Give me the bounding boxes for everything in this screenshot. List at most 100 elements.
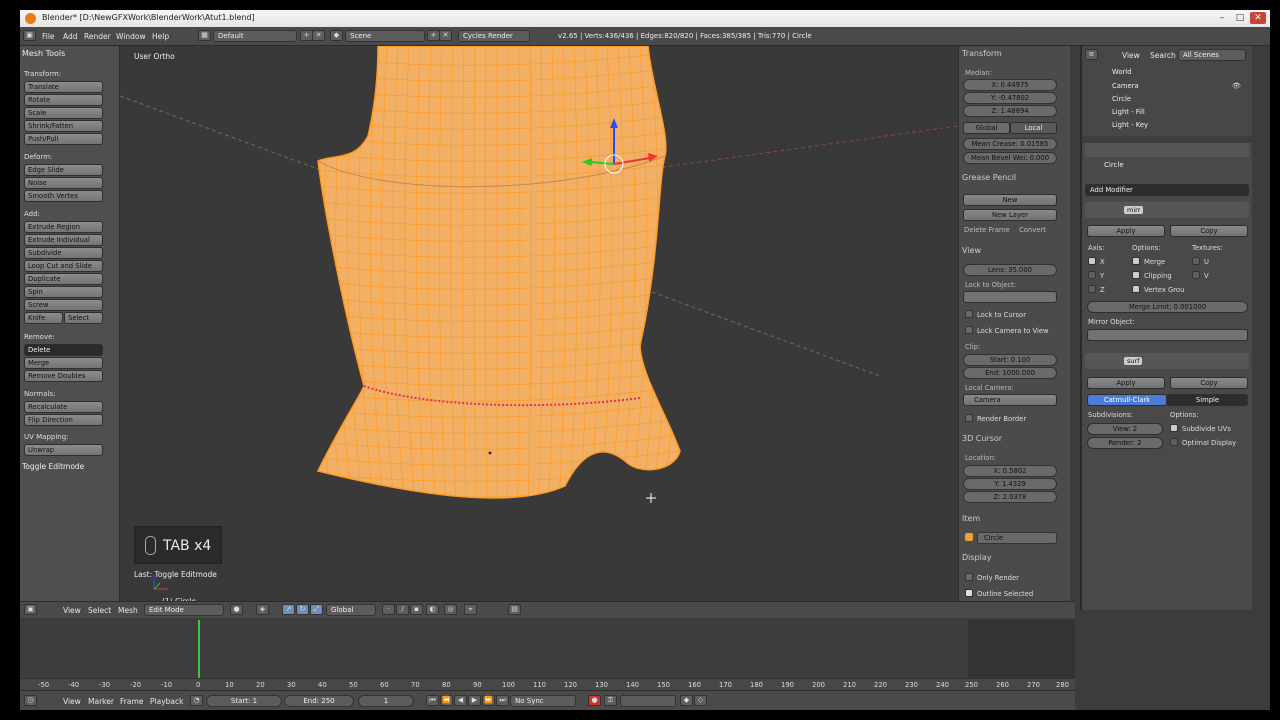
minimize-button[interactable]: – — [1214, 12, 1230, 24]
prev-keyframe-icon[interactable]: ⏪ — [440, 695, 453, 706]
scene-field[interactable]: Scene — [345, 30, 425, 42]
insert-keyframe-icon[interactable]: ◆ — [680, 695, 693, 706]
axis-y-checkbox[interactable]: Y — [1088, 271, 1104, 280]
subdivide-uvs-checkbox[interactable]: Subdivide UVs — [1170, 424, 1231, 433]
remove-layout-icon[interactable]: ✕ — [312, 30, 325, 41]
extrude-region-button[interactable]: Extrude Region — [24, 221, 103, 233]
clipping-checkbox[interactable]: Clipping — [1132, 271, 1172, 280]
push-pull-button[interactable]: Push/Pull — [24, 133, 103, 145]
mirror-modifier-name[interactable]: mirr — [1124, 206, 1144, 214]
timeline-view-menu[interactable]: View — [63, 697, 81, 706]
median-x-field[interactable]: X: 0.44975 — [963, 79, 1057, 91]
timeline-marker-menu[interactable]: Marker — [88, 697, 114, 706]
cursor-z-field[interactable]: Z: 2.0378 — [963, 491, 1057, 503]
outliner-item-circle[interactable]: Circle — [1112, 95, 1131, 103]
loop-cut-button[interactable]: Loop Cut and Slide — [24, 260, 103, 272]
item-name-field[interactable]: Circle — [977, 532, 1057, 544]
maximize-button[interactable]: □ — [1232, 12, 1248, 24]
outliner-search-menu[interactable]: Search — [1150, 51, 1176, 60]
keying-set-icon[interactable]: ⚿ — [604, 695, 617, 706]
shading-icon[interactable]: ● — [230, 604, 243, 615]
start-frame-field[interactable]: Start: 1 — [206, 695, 282, 707]
next-keyframe-icon[interactable]: ⏩ — [482, 695, 495, 706]
delete-dropdown[interactable]: Delete — [24, 344, 103, 356]
record-icon[interactable]: ● — [588, 695, 601, 706]
scene-icon[interactable]: ◆ — [330, 30, 343, 41]
render-border-checkbox[interactable]: Render Border — [965, 414, 1026, 423]
menu-file[interactable]: File — [42, 32, 55, 41]
lens-field[interactable]: Lens: 35.000 — [963, 264, 1057, 276]
keying-set-field[interactable] — [620, 695, 676, 707]
rotate-button[interactable]: Rotate — [24, 94, 103, 106]
close-button[interactable]: ✕ — [1250, 12, 1266, 24]
remove-scene-icon[interactable]: ✕ — [439, 30, 452, 41]
subsurf-modifier-header[interactable] — [1085, 353, 1249, 369]
optimal-display-checkbox[interactable]: Optimal Display — [1170, 438, 1236, 447]
unwrap-button[interactable]: Unwrap — [24, 444, 103, 456]
knife-select-button[interactable]: Select — [64, 312, 103, 324]
screen-layout-field[interactable]: Default — [213, 30, 297, 42]
new-layer-button[interactable]: New Layer — [963, 209, 1057, 221]
only-render-checkbox[interactable]: Only Render — [965, 573, 1019, 582]
grease-pencil-title[interactable]: Grease Pencil — [962, 173, 1016, 182]
translate-button[interactable]: Translate — [24, 81, 103, 93]
outliner-item-camera[interactable]: Camera — [1112, 82, 1139, 90]
timeline-frame-menu[interactable]: Frame — [120, 697, 143, 706]
mirror-object-field[interactable] — [1087, 329, 1248, 341]
vertex-select-icon[interactable]: · — [382, 604, 395, 615]
3d-viewport[interactable]: User Ortho TAB x4 Last: Toggle Editmode … — [120, 46, 958, 610]
local-toggle[interactable]: Local — [1010, 122, 1057, 134]
mean-bevel-field[interactable]: Mean Bevel Wei: 0.000 — [963, 152, 1057, 164]
mean-crease-field[interactable]: Mean Crease: 0.01585 — [963, 138, 1057, 150]
shrink-fatten-button[interactable]: Shrink/Fatten — [24, 120, 103, 132]
visibility-eye-icon[interactable]: 👁 — [1232, 82, 1241, 90]
delete-frame-button[interactable]: Delete Frame — [964, 226, 1010, 234]
outline-selected-checkbox[interactable]: Outline Selected — [965, 589, 1033, 598]
3d-cursor-title[interactable]: 3D Cursor — [962, 434, 1002, 443]
mirror-modifier-header[interactable] — [1085, 202, 1249, 218]
snap-icon[interactable]: ⌖ — [464, 604, 477, 615]
outliner-type-icon[interactable]: ≡ — [1085, 49, 1098, 60]
display-panel-title[interactable]: Display — [962, 553, 992, 562]
screw-button[interactable]: Screw — [24, 299, 103, 311]
cursor-y-field[interactable]: Y: 1.4329 — [963, 478, 1057, 490]
scale-button[interactable]: Scale — [24, 107, 103, 119]
subsurf-render-field[interactable]: Render: 2 — [1087, 437, 1163, 449]
texture-v-checkbox[interactable]: V — [1192, 271, 1209, 280]
cursor-x-field[interactable]: X: 0.5802 — [963, 465, 1057, 477]
lock-camera-checkbox[interactable]: Lock Camera to View — [965, 326, 1049, 335]
jump-start-icon[interactable]: ⏮ — [426, 695, 439, 706]
menu-help[interactable]: Help — [152, 32, 169, 41]
subsurf-view-field[interactable]: View: 2 — [1087, 423, 1163, 435]
outliner-item-world[interactable]: World — [1112, 68, 1131, 76]
duplicate-button[interactable]: Duplicate — [24, 273, 103, 285]
merge-checkbox[interactable]: Merge — [1132, 257, 1165, 266]
screen-layout-icon[interactable]: ▦ — [198, 30, 211, 41]
vertex-groups-checkbox[interactable]: Vertex Grou — [1132, 285, 1184, 294]
subsurf-modifier-name[interactable]: surf — [1124, 357, 1143, 365]
merge-limit-field[interactable]: Merge Limit: 0.001000 — [1087, 301, 1248, 313]
clip-end-field[interactable]: End: 1000.000 — [963, 367, 1057, 379]
current-frame-field[interactable]: 1 — [358, 695, 414, 707]
menu-render[interactable]: Render — [84, 32, 111, 41]
viewport-mesh-menu[interactable]: Mesh — [118, 606, 138, 615]
grease-new-button[interactable]: New — [963, 194, 1057, 206]
axis-x-checkbox[interactable]: X — [1088, 257, 1105, 266]
catmull-clark-toggle[interactable]: Catmull-Clark — [1087, 394, 1167, 406]
proportional-edit-icon[interactable]: ◎ — [444, 604, 457, 615]
render-engine-dropdown[interactable]: Cycles Render — [458, 30, 530, 42]
current-frame-line[interactable] — [198, 620, 200, 682]
mirror-copy-button[interactable]: Copy — [1170, 225, 1248, 237]
flip-direction-button[interactable]: Flip Direction — [24, 414, 103, 426]
axis-z-checkbox[interactable]: Z — [1088, 285, 1105, 294]
simple-toggle[interactable]: Simple — [1167, 394, 1248, 406]
manipulator-scale-icon[interactable]: ⤢ — [310, 604, 323, 615]
occlude-icon[interactable]: ◐ — [426, 604, 439, 615]
edge-slide-button[interactable]: Edge Slide — [24, 164, 103, 176]
jump-end-icon[interactable]: ⏭ — [496, 695, 509, 706]
recalculate-button[interactable]: Recalculate — [24, 401, 103, 413]
camera-field[interactable]: Camera — [963, 394, 1057, 406]
noise-button[interactable]: Noise — [24, 177, 103, 189]
render-preview-icon[interactable]: ▤ — [508, 604, 521, 615]
clip-start-field[interactable]: Start: 0.100 — [963, 354, 1057, 366]
